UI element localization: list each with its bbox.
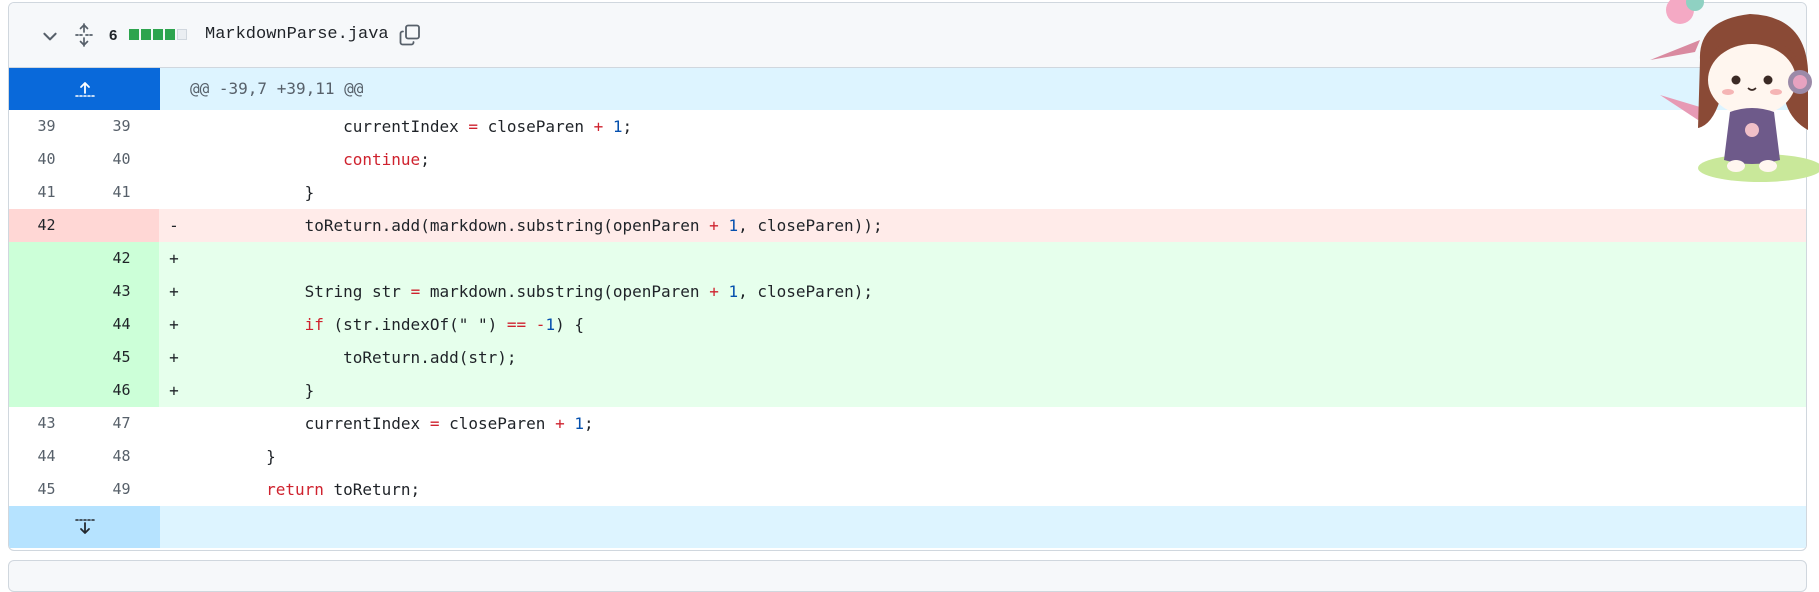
old-line-number[interactable] [9,242,84,275]
diff-line-ctx: 40 40 continue; [9,143,1806,176]
diff-marker: + [159,275,189,308]
hunk-header-row: @@ -39,7 +39,11 @@ [9,68,1806,110]
diff-line-ctx: 45 49 return toReturn; [9,473,1806,506]
code-line: } [189,183,315,202]
diff-marker: + [159,242,189,275]
chevron-down-icon [43,32,57,41]
copy-icon [399,24,420,46]
new-line-number[interactable]: 42 [84,242,159,275]
diff-line-del: 42 - toReturn.add(markdown.substring(open… [9,209,1806,242]
diff-line-add: 46 + } [9,374,1806,407]
file-header: 6 MarkdownParse.java [9,3,1806,68]
old-line-number[interactable] [9,341,84,374]
diff-table: @@ -39,7 +39,11 @@ 39 39 currentIndex = c… [9,68,1806,548]
diff-line-ctx: 43 47 currentIndex = closeParen + 1; [9,407,1806,440]
diff-line-add: 44 + if (str.indexOf(" ") == -1) { [9,308,1806,341]
unfold-icon [75,23,93,47]
new-line-number[interactable]: 40 [84,143,159,176]
code-line: continue; [343,150,430,169]
diffstat-block [165,29,175,40]
diffstat-block [177,29,187,40]
old-line-number[interactable]: 41 [9,176,84,209]
hunk-header: @@ -39,7 +39,11 @@ [160,68,1806,110]
expand-up-icon [74,82,95,97]
code-line: } [189,447,276,466]
old-line-number[interactable]: 40 [9,143,84,176]
old-line-number[interactable] [9,308,84,341]
copy-path-button[interactable] [397,22,423,48]
code-line: currentIndex = closeParen + 1; [189,117,633,136]
code-line: toReturn.add(str); [189,341,1806,374]
old-line-number[interactable]: 43 [9,407,84,440]
diff-marker [159,407,189,440]
diff-marker [159,143,189,176]
diff-line-ctx: 41 41 } [9,176,1806,209]
diff-line-add: 43 + String str = markdown.substring(open… [9,275,1806,308]
old-line-number[interactable] [9,275,84,308]
collapse-file-button[interactable] [39,25,61,47]
new-line-number[interactable] [84,209,159,242]
diff-line-ctx: 44 48 } [9,440,1806,473]
diff-marker: + [159,341,189,374]
diff-marker: - [159,209,189,242]
code-line: toReturn.add(markdown.substring(openPare… [189,209,1806,242]
diffstat-block [153,29,163,40]
old-line-number[interactable]: 42 [9,209,84,242]
old-line-number[interactable] [9,374,84,407]
next-file-header [8,560,1807,592]
expand-all-button[interactable] [73,23,95,47]
new-line-number[interactable]: 43 [84,275,159,308]
new-line-number[interactable]: 47 [84,407,159,440]
diff-marker: + [159,374,189,407]
new-line-number[interactable]: 49 [84,473,159,506]
diff-marker [159,176,189,209]
diff-marker [159,110,189,143]
old-line-number[interactable]: 39 [9,110,84,143]
expand-down-button[interactable] [9,506,160,548]
diffstat [129,29,187,40]
diff-lines: 39 39 currentIndex = closeParen + 1; 40 40 … [9,110,1806,506]
code-line: currentIndex = closeParen + 1; [189,414,594,433]
hunk-footer [160,506,1806,548]
diffstat-block [141,29,151,40]
new-line-number[interactable]: 46 [84,374,159,407]
diff-line-ctx: 39 39 currentIndex = closeParen + 1; [9,110,1806,143]
diff-marker: + [159,308,189,341]
old-line-number[interactable]: 44 [9,440,84,473]
diffstat-block [129,29,139,40]
code-line: return toReturn; [266,480,421,499]
hunk-footer-row [9,506,1806,548]
expand-up-button[interactable] [9,68,160,110]
code-line: if (str.indexOf(" ") == -1) { [189,308,1806,341]
diff-line-add: 45 + toReturn.add(str); [9,341,1806,374]
diff-marker [159,473,189,506]
mascot-image [1650,0,1819,182]
code-line: } [189,374,1806,407]
new-line-number[interactable]: 45 [84,341,159,374]
new-line-number[interactable]: 48 [84,440,159,473]
code-line [189,242,1806,275]
diff-line-add: 42 + [9,242,1806,275]
diff-marker [159,440,189,473]
file-name[interactable]: MarkdownParse.java [205,25,389,44]
new-line-number[interactable]: 41 [84,176,159,209]
old-line-number[interactable]: 45 [9,473,84,506]
new-line-number[interactable]: 39 [84,110,159,143]
new-line-number[interactable]: 44 [84,308,159,341]
changes-count: 6 [109,27,118,44]
expand-down-icon [74,519,95,534]
code-line: String str = markdown.substring(openPare… [189,275,1806,308]
diff-file: 6 MarkdownParse.java @@ -39,7 +39,11 @@ … [8,2,1807,551]
